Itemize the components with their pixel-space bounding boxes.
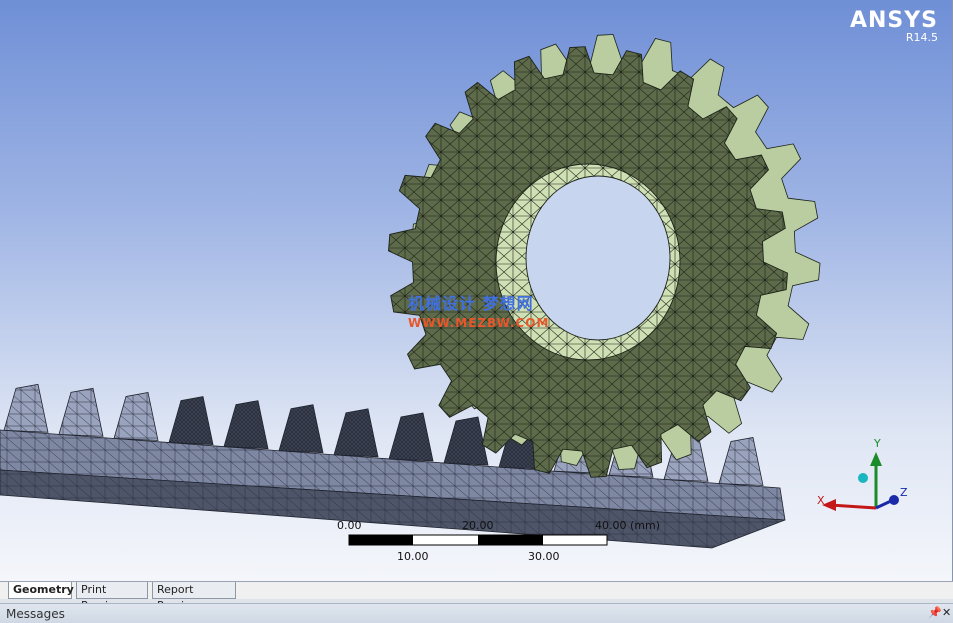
scale-label-40: 40.00 (mm) [595, 519, 661, 532]
axis-y-label: Y [874, 437, 881, 450]
rack-tooth-mesh [444, 417, 488, 466]
rack-tooth-mesh [59, 388, 103, 437]
scale-label-10: 10.00 [397, 550, 429, 563]
rack-tooth-mesh [389, 412, 433, 461]
tab-geometry[interactable]: Geometry [8, 582, 74, 599]
rack-tooth-mesh [224, 400, 268, 449]
gear [388, 34, 821, 478]
rack-tooth-mesh [279, 404, 323, 453]
axis-z-label: Z [900, 486, 908, 499]
watermark-cn: 机械设计 梦想网 [408, 294, 534, 313]
close-icon[interactable]: ✕ [942, 606, 951, 619]
ansys-logo: ANSYS R14.5 [850, 8, 938, 44]
pin-icon[interactable]: 📌 [928, 606, 942, 619]
scale-label-30: 30.00 [528, 550, 560, 563]
coordinate-triad [822, 452, 899, 511]
tab-print-preview[interactable]: Print Preview [76, 582, 148, 612]
view-tab-strip: Geometry Print Preview Report Preview [0, 581, 953, 612]
watermark-url: WWW.MEZBW.COM [408, 316, 550, 330]
scale-bar [348, 534, 608, 546]
graphics-viewport[interactable]: ANSYS R14.5 机械设计 梦想网 WWW.MEZBW.COM 0.00 … [0, 0, 953, 581]
rack-tooth-mesh [114, 392, 158, 441]
watermark: 机械设计 梦想网 WWW.MEZBW.COM [408, 290, 549, 330]
scale-label-20: 20.00 [462, 519, 494, 532]
tab-report-preview[interactable]: Report Preview [152, 582, 236, 612]
rack-tooth-mesh [169, 396, 213, 445]
messages-title: Messages [6, 607, 65, 621]
axis-x-label: X [817, 494, 825, 507]
rack-tooth-mesh [334, 408, 378, 457]
messages-panel: Messages 📌 ✕ [0, 603, 953, 623]
rack-tooth-mesh [719, 437, 763, 486]
scale-label-0: 0.00 [337, 519, 362, 532]
brand-name: ANSYS [849, 8, 938, 33]
rack-tooth-mesh [4, 384, 48, 433]
